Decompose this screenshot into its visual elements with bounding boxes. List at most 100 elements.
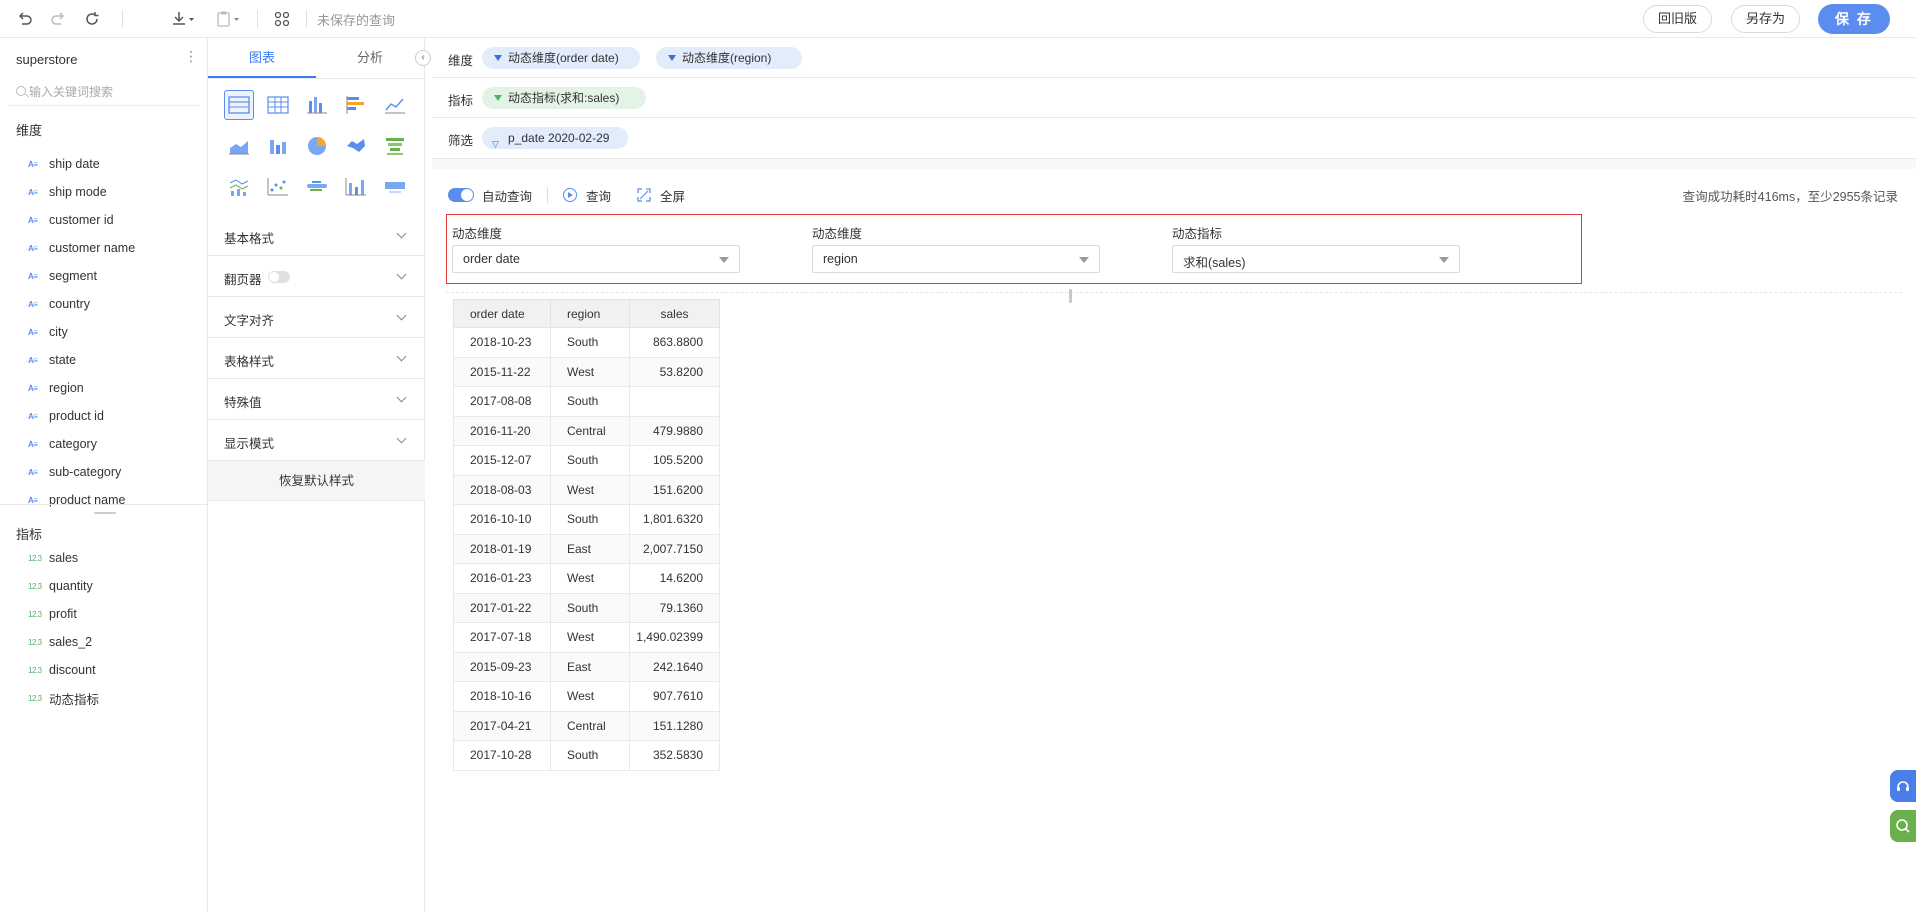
format-section-header[interactable]: 基本格式 [208, 215, 425, 256]
stacked-bar-chart-icon[interactable] [263, 131, 293, 161]
measure-field[interactable]: 12.3 profit [28, 604, 77, 624]
clipboard-icon[interactable] [213, 9, 243, 29]
format-section-header[interactable]: 表格样式 [208, 338, 425, 379]
more-icon[interactable]: ⋮ [184, 48, 198, 65]
resize-handle[interactable] [94, 512, 116, 514]
play-icon[interactable] [563, 188, 578, 202]
horizontal-bar-chart-icon[interactable] [341, 90, 371, 120]
refresh-icon[interactable] [82, 9, 102, 29]
measure-field[interactable]: 12.3 quantity [28, 576, 93, 596]
format-section-header[interactable]: 显示模式 [208, 420, 425, 461]
table-row[interactable]: 2015-09-23 East 242.1640 [453, 651, 720, 682]
word-cloud-chart-icon[interactable] [302, 172, 332, 202]
table-row[interactable]: 2017-08-08 South [453, 386, 720, 417]
table-row[interactable]: 2018-10-23 South 863.8800 [453, 327, 720, 358]
measure-field[interactable]: 12.3 动态指标 [28, 688, 99, 708]
map-chart-icon[interactable] [341, 131, 371, 161]
scatter-chart-icon[interactable] [263, 172, 293, 202]
column-header[interactable]: region [550, 299, 630, 328]
dataset-name[interactable]: superstore [16, 52, 77, 67]
collapse-panel-icon[interactable]: ‹ [415, 50, 431, 66]
reset-style-button[interactable]: 恢复默认样式 [208, 461, 425, 501]
dimension-field[interactable]: A≡ customer id [28, 210, 114, 230]
area-chart-icon[interactable] [224, 131, 254, 161]
measure-field[interactable]: 12.3 sales [28, 548, 78, 568]
table-row[interactable]: 2015-12-07 South 105.5200 [453, 445, 720, 476]
table-row[interactable]: 2015-11-22 West 53.8200 [453, 356, 720, 387]
dimension-field[interactable]: A≡ country [28, 294, 90, 314]
table-row[interactable]: 2016-01-23 West 14.6200 [453, 563, 720, 594]
save-button[interactable]: 保 存 [1818, 4, 1890, 34]
redo-icon[interactable] [48, 9, 68, 29]
dimension-field[interactable]: A≡ ship date [28, 154, 100, 174]
dimension-field[interactable]: A≡ segment [28, 266, 97, 286]
table-row[interactable]: 2018-01-19 East 2,007.7150 [453, 533, 720, 564]
search-icon[interactable] [1890, 810, 1916, 842]
line-chart-icon[interactable] [380, 90, 410, 120]
customer-support-icon[interactable] [1890, 770, 1916, 802]
measure-field[interactable]: 12.3 discount [28, 660, 96, 680]
funnel-chart-icon[interactable] [380, 131, 410, 161]
dynamic-measure-select[interactable]: 求和(sales) [1172, 245, 1460, 273]
download-icon[interactable] [168, 9, 198, 29]
table-scrollbar[interactable] [1069, 289, 1072, 303]
dimension-field[interactable]: A≡ city [28, 322, 68, 342]
column-header[interactable]: order date [453, 299, 551, 328]
table-row[interactable]: 2017-01-22 South 79.1360 [453, 592, 720, 623]
dimension-field[interactable]: A≡ product id [28, 406, 104, 426]
measure-pill[interactable]: 动态指标(求和:sales) [482, 87, 646, 109]
auto-query-toggle[interactable] [448, 188, 474, 202]
dynamic-dimension-select[interactable]: order date [452, 245, 740, 273]
table-row[interactable]: 2016-11-20 Central 479.9880 [453, 415, 720, 446]
table-row[interactable]: 2017-07-18 West 1,490.02399 [453, 622, 720, 653]
format-section-header[interactable]: 翻页器 [208, 256, 425, 297]
pill-label: 动态维度(region) [682, 51, 772, 65]
query-button[interactable]: 查询 [586, 186, 611, 205]
revert-version-button[interactable]: 回旧版 [1643, 5, 1713, 33]
tab-chart[interactable]: 图表 [208, 38, 316, 78]
field-search-input[interactable] [29, 82, 194, 102]
format-section-header[interactable]: 特殊值 [208, 379, 425, 420]
layout-grid-icon[interactable] [272, 9, 292, 29]
table-row[interactable]: 2018-08-03 West 151.6200 [453, 474, 720, 505]
fullscreen-icon[interactable] [637, 188, 651, 202]
table-row[interactable]: 2017-04-21 Central 151.1280 [453, 710, 720, 741]
dimension-field[interactable]: A≡ ship mode [28, 182, 107, 202]
dimension-pill[interactable]: 动态维度(order date) [482, 47, 640, 69]
save-as-button[interactable]: 另存为 [1731, 5, 1801, 33]
table-cell: East [550, 651, 630, 682]
dimension-field[interactable]: A≡ region [28, 378, 84, 398]
fullscreen-button[interactable]: 全屏 [660, 186, 685, 205]
column-header[interactable]: sales [629, 299, 720, 328]
dynamic-dimension-select[interactable]: region [812, 245, 1100, 273]
tab-analysis[interactable]: 分析 [316, 38, 424, 78]
table-chart-icon[interactable] [224, 90, 254, 120]
undo-icon[interactable] [15, 9, 35, 29]
measure-field[interactable]: 12.3 sales_2 [28, 632, 92, 652]
table-cell: 479.9880 [629, 415, 720, 446]
table-row[interactable]: 2018-10-16 West 907.7610 [453, 681, 720, 712]
section-label: 基本格式 [224, 232, 275, 246]
format-section-header[interactable]: 文字对齐 [208, 297, 425, 338]
field-label: ship date [49, 157, 100, 171]
chevron-down-icon [396, 433, 407, 444]
query-title[interactable]: 未保存的查询 [317, 10, 395, 29]
pager-toggle[interactable] [268, 271, 290, 283]
bar-chart-icon[interactable] [302, 90, 332, 120]
crosstab-chart-icon[interactable] [263, 90, 293, 120]
pie-chart-icon[interactable] [302, 131, 332, 161]
kpi-card-chart-icon[interactable] [380, 172, 410, 202]
fields-panel: superstore ⋮ 维度 A≡ship dateA≡ship modeA≡… [0, 38, 208, 912]
table-row[interactable]: 2016-10-10 South 1,801.6320 [453, 504, 720, 535]
waterfall-chart-icon[interactable] [224, 172, 254, 202]
dimension-pill[interactable]: 动态维度(region) [656, 47, 802, 69]
dimension-field[interactable]: A≡ state [28, 350, 76, 370]
dimension-field[interactable]: A≡ customer name [28, 238, 135, 258]
dimension-field[interactable]: A≡ product name [28, 490, 125, 510]
field-label: 动态指标 [49, 692, 100, 707]
filter-pill[interactable]: ▽ p_date 2020-02-29 [482, 127, 628, 149]
table-row[interactable]: 2017-10-28 South 352.5830 [453, 740, 720, 771]
dimension-field[interactable]: A≡ sub-category [28, 462, 121, 482]
column-chart-icon[interactable] [341, 172, 371, 202]
dimension-field[interactable]: A≡ category [28, 434, 97, 454]
